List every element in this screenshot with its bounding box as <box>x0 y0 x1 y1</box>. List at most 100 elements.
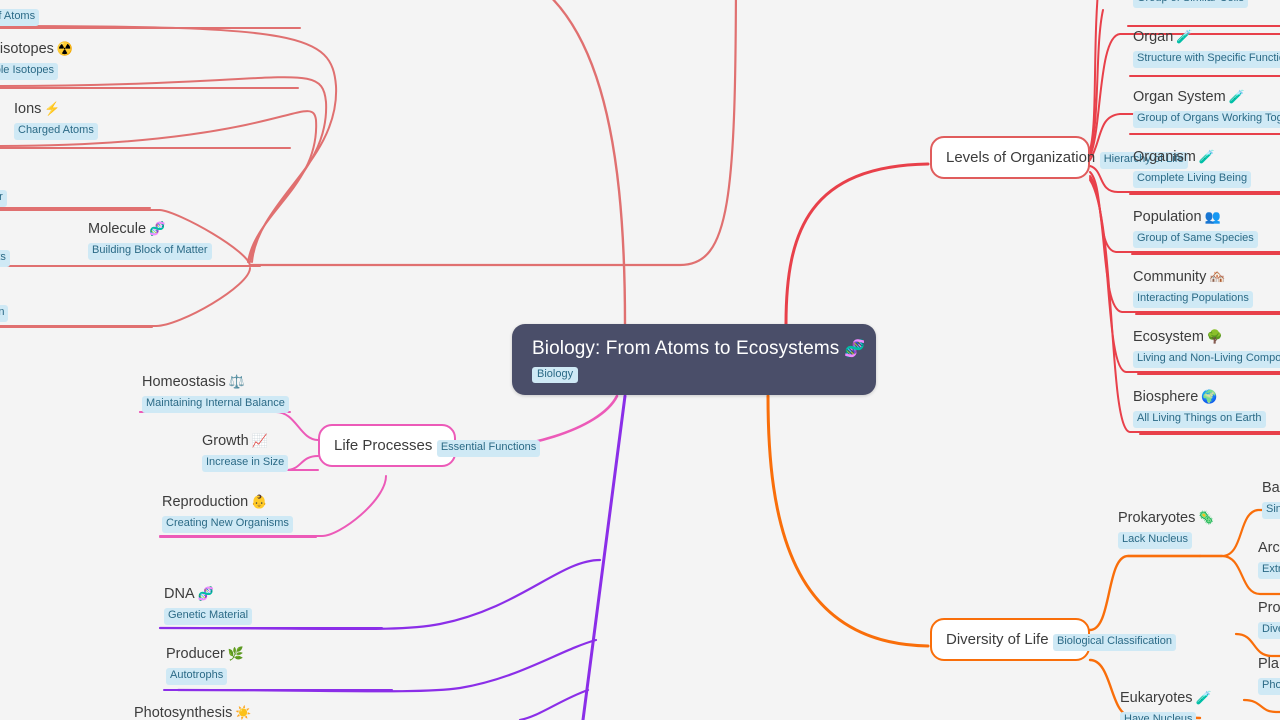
dna-icon: 🧬 <box>149 221 166 236</box>
leaf-label: Organ System 🧪 <box>1133 89 1245 105</box>
dna-icon: 🧬 <box>197 586 214 601</box>
leaf-plants[interactable]: Plants Photosynthetic <box>1258 656 1280 696</box>
leaf-label: Plants <box>1258 656 1280 672</box>
leaf-producer[interactable]: Producer 🌿 Autotrophs <box>166 646 245 686</box>
branch-label: Diversity of Life <box>946 631 1049 648</box>
node-tag: Building Block of Matter <box>88 243 212 261</box>
root-title: Biology: From Atoms to Ecosystems 🧬 <box>532 338 866 359</box>
leaf-label: Radioisotopes☢️ <box>0 41 74 57</box>
leaf-label: Protists <box>1258 600 1280 616</box>
leaf-tag: Structure with Specific Function <box>1133 51 1280 69</box>
leaf-label: Reproduction 👶 <box>162 494 268 510</box>
leaf-prokaryotes[interactable]: Prokaryotes 🦠 Lack Nucleus <box>1118 510 1215 550</box>
branch-levels-of-organization[interactable]: Levels of Organization Hierarchy of Life <box>930 136 1188 179</box>
leaf-tag: Group of Similar Cells <box>1133 0 1248 8</box>
leaf-characteristic-of-atoms[interactable]: Characteristic of Atoms <box>0 4 40 26</box>
leaf-tag: Have Nucleus <box>1120 712 1197 720</box>
test-tube-icon: 🧪 <box>1198 149 1216 164</box>
leaf-tag: Photosynthetic <box>1258 678 1280 696</box>
leaf-label: Prokaryotes 🦠 <box>1118 510 1215 526</box>
leaf-tag: Attraction <box>0 305 9 323</box>
test-tube-icon: 🧪 <box>1195 690 1212 705</box>
leaf-label: Organism 🧪 <box>1133 149 1216 165</box>
branch-tag: Biological Classification <box>1053 634 1176 651</box>
leaf-tag: Genetic Material <box>164 608 253 626</box>
leaf-label: 🧲 <box>0 283 8 300</box>
leaf-tag: Unstable Isotopes <box>0 63 59 81</box>
sun-icon: ☀️ <box>235 705 252 720</box>
leaf-biosphere[interactable]: Biosphere 🌍 All Living Things on Earth <box>1133 389 1266 429</box>
root-tag: Biology <box>532 366 579 384</box>
leaf-label: Biosphere 🌍 <box>1133 389 1218 405</box>
leaf-tag: Creating New Organisms <box>162 516 293 534</box>
lightning-icon: ⚡ <box>44 101 61 116</box>
leaf-organ-system[interactable]: Organ System 🧪 Group of Organs Working To… <box>1133 89 1280 129</box>
leaf-organ[interactable]: Organ 🧪 Structure with Specific Function <box>1133 29 1280 69</box>
leaf-tag: Group of Organs Working Together <box>1133 111 1280 129</box>
tree-icon: 🌳 <box>1206 329 1224 344</box>
leaf-together[interactable]: Together <box>0 185 7 207</box>
leaf-tag: Interacting Populations <box>1133 291 1253 309</box>
test-tube-icon: 🧪 <box>1176 29 1193 44</box>
leaf-tag: Lack Nucleus <box>1118 532 1193 550</box>
leaf-label: DNA 🧬 <box>164 586 214 602</box>
leaf-group-of-similar-cells[interactable]: Group of Similar Cells <box>1133 0 1248 8</box>
node-label: Molecule 🧬 <box>88 221 166 237</box>
leaf-tag: Diverse Group <box>1258 622 1280 640</box>
herb-icon: 🌿 <box>227 646 245 661</box>
branch-diversity-of-life[interactable]: Diversity of Life Biological Classificat… <box>930 618 1176 661</box>
leaf-tag: Autotrophs <box>166 668 228 686</box>
leaf-label: Ecosystem 🌳 <box>1133 329 1224 345</box>
leaf-label: Population 👥 <box>1133 209 1221 225</box>
globe-icon: 🌍 <box>1201 389 1218 404</box>
leaf-archaea[interactable]: Archaea Extremophiles <box>1258 540 1280 580</box>
leaf-label: Homeostasis ⚖️ <box>142 374 245 390</box>
leaf-population[interactable]: Population 👥 Group of Same Species <box>1133 209 1258 249</box>
root-node[interactable]: Biology: From Atoms to Ecosystems 🧬 Biolo… <box>512 324 876 396</box>
leaf-tag: Characteristic of Atoms <box>0 9 40 26</box>
leaf-label: Photosynthesis ☀️ <box>134 705 252 720</box>
leaf-label: Eukaryotes 🧪 <box>1120 690 1212 706</box>
microbe-icon: 🦠 <box>1198 510 1215 525</box>
leaf-organism[interactable]: Organism 🧪 Complete Living Being <box>1133 149 1252 189</box>
leaf-label: Archaea <box>1258 540 1280 556</box>
leaf-attraction[interactable]: 🧲 Attraction <box>0 283 9 323</box>
branch-tag: Essential Functions <box>436 440 541 457</box>
leaf-ions[interactable]: Ions ⚡ Charged Atoms <box>14 101 98 141</box>
radioactive-icon: ☢️ <box>56 41 74 56</box>
baby-icon: 👶 <box>251 494 268 509</box>
branch-life-processes[interactable]: Life Processes Essential Functions <box>318 424 541 467</box>
leaf-eukaryotes[interactable]: Eukaryotes 🧪 Have Nucleus <box>1120 690 1212 720</box>
leaf-label: Growth 📈 <box>202 433 268 449</box>
leaf-tag: Group of Same Species <box>1133 231 1258 249</box>
node-molecule[interactable]: Molecule 🧬 Building Block of Matter <box>88 221 212 261</box>
leaf-tag: Single-celled <box>1262 502 1280 520</box>
leaf-tag: Maintaining Internal Balance <box>142 396 289 414</box>
balance-scale-icon: ⚖️ <box>228 374 245 389</box>
leaf-dna[interactable]: DNA 🧬 Genetic Material <box>164 586 253 626</box>
leaf-tag: All Living Things on Earth <box>1133 411 1266 429</box>
leaf-homeostasis[interactable]: Homeostasis ⚖️ Maintaining Internal Balan… <box>142 374 289 414</box>
people-icon: 👥 <box>1204 209 1221 224</box>
leaf-tag: Extremophiles <box>1258 562 1280 580</box>
leaf-reproduction[interactable]: Reproduction 👶 Creating New Organisms <box>162 494 293 534</box>
leaf-label: Organ 🧪 <box>1133 29 1193 45</box>
leaf-tag: Living and Non-Living Components <box>1133 351 1280 369</box>
leaf-protists[interactable]: Protists Diverse Group <box>1258 600 1280 640</box>
leaf-radioisotopes[interactable]: Radioisotopes☢️ Unstable Isotopes <box>0 41 74 81</box>
leaf-growth[interactable]: Growth 📈 Increase in Size <box>202 433 289 473</box>
mindmap-canvas: Biology: From Atoms to Ecosystems 🧬 Biolo… <box>0 0 1280 720</box>
leaf-tag: Together <box>0 190 7 207</box>
leaf-ecosystem[interactable]: Ecosystem🌳 Living and Non-Living Compone… <box>1133 329 1280 369</box>
dna-icon: 🧬 <box>844 339 866 358</box>
leaf-bacteria[interactable]: Bacteria Single-celled <box>1262 480 1280 520</box>
leaf-photosynthesis[interactable]: Photosynthesis ☀️ <box>134 705 252 720</box>
leaf-label: Community 🏘️ <box>1133 269 1226 285</box>
leaf-community[interactable]: Community 🏘️ Interacting Populations <box>1133 269 1253 309</box>
chart-increasing-icon: 📈 <box>251 433 268 448</box>
leaf-elements[interactable]: Elements <box>0 245 10 267</box>
houses-icon: 🏘️ <box>1209 269 1226 284</box>
leaf-label: Ions ⚡ <box>14 101 61 117</box>
leaf-tag: Charged Atoms <box>14 123 98 141</box>
leaf-label: Producer 🌿 <box>166 646 245 662</box>
